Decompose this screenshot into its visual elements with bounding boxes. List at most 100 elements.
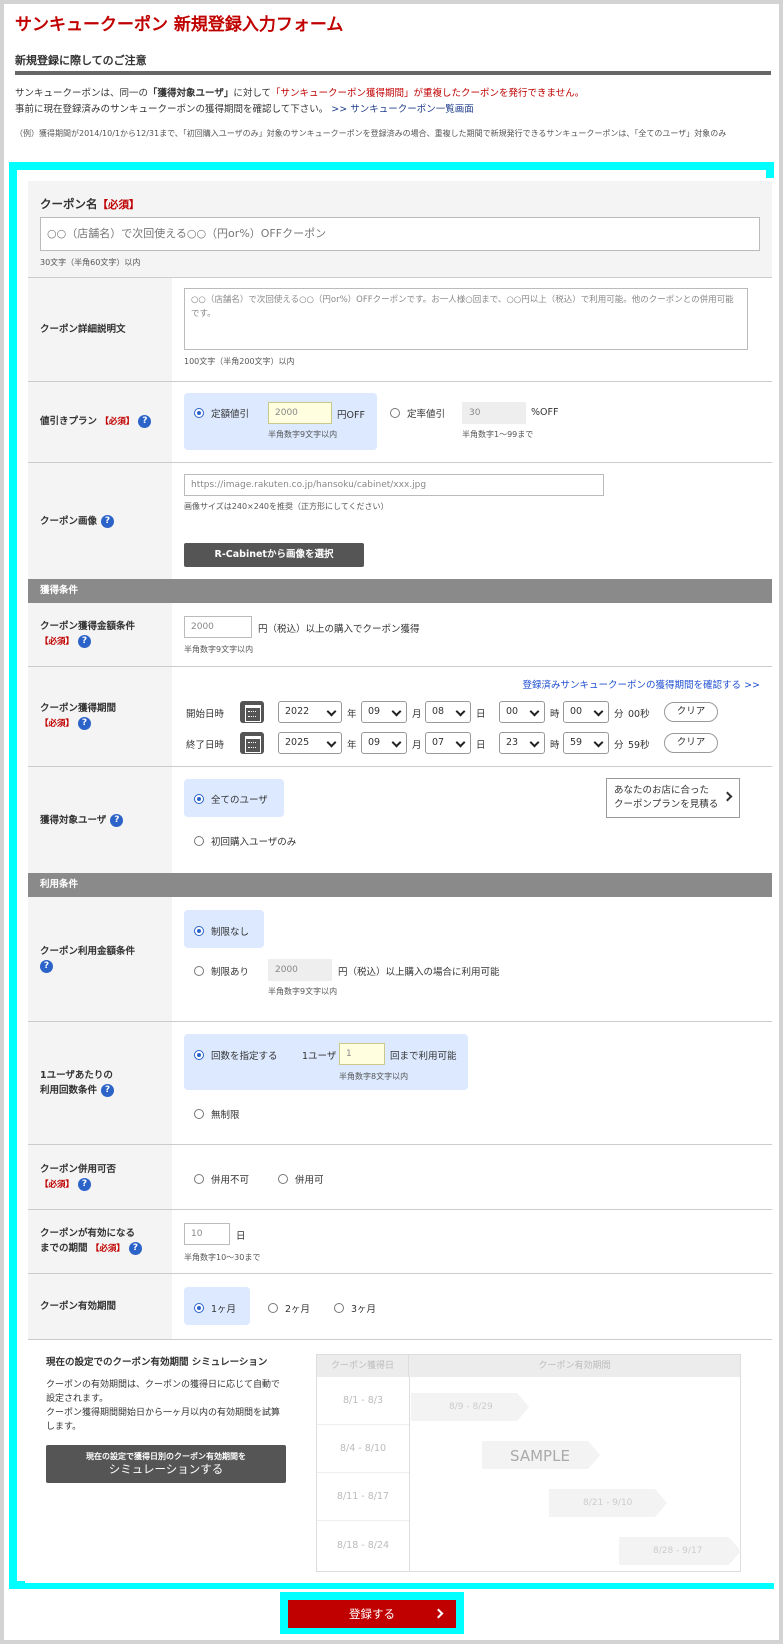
simulate-button[interactable]: 現在の設定で獲得日別のクーポン有効期間を シミュレーションする [46, 1445, 286, 1483]
usage-conditions-bar: 利用条件 [28, 873, 772, 897]
table-row-acquire: 8/1 - 8/3 [317, 1377, 409, 1425]
notice-example: （例）獲得期間が2014/10/1から12/31まで、「初回購入ユーザのみ」対象… [15, 129, 727, 138]
detail-textarea[interactable]: ○○（店舗名）で次回使える○○（円or%）OFFクーポンです。お一人様○回まで、… [184, 288, 748, 350]
end-month-select[interactable]: 09 [361, 732, 407, 754]
estimate-plan-button[interactable]: あなたのお店に合った クーポンプランを見積る [606, 778, 740, 818]
notice-text-part: 事前に現在登録済みのサンキュークーポンの獲得期間を確認して下さい。 [15, 104, 329, 115]
description-text: クーポン獲得期間開始日から一ヶ月以内の有効期間を試算します。 [46, 1408, 281, 1432]
label-text: 1ユーザあたりの [40, 1070, 113, 1081]
discount-section: 値引きプラン 【必須】? 定額値引 2000 円OFF 半角数字9文字以内 定率… [28, 382, 772, 463]
coupon-name-input[interactable]: ○○（店舗名）で次回使える○○（円or%）OFFクーポン [40, 217, 760, 251]
start-days-input[interactable]: 10 [184, 1223, 230, 1245]
end-year-select[interactable]: 2025 [278, 732, 342, 754]
use-count-suffix: 回まで利用可能 [390, 1051, 457, 1062]
end-minute-select[interactable]: 59 [563, 732, 609, 754]
start-clear-button[interactable]: クリア [664, 702, 718, 722]
unit-hour: 時 [550, 709, 560, 720]
help-icon[interactable]: ? [128, 1242, 142, 1255]
unit-minute: 分 [614, 709, 624, 720]
notice-heading: 新規登録に際してのご注意 [15, 54, 147, 67]
rate-discount-input[interactable]: 30 [462, 402, 526, 424]
rate-discount-radio[interactable]: 定率値引 [390, 406, 445, 420]
valid-period-section: クーポン有効期間 1ヶ月 2ヶ月 3ヶ月 [28, 1274, 772, 1340]
notice-text: サンキュークーポンは、同一の「獲得対象ユーザ」に対して「サンキュークーポン獲得期… [15, 86, 584, 118]
required-mark: 【必須】 [97, 199, 140, 211]
combine-value: 併用不可 併用可 [172, 1145, 772, 1209]
radio-label: 無制限 [211, 1110, 240, 1121]
acquire-amount-label: クーポン獲得金額条件 【必須】? [28, 603, 172, 666]
unit-day: 日 [476, 709, 486, 720]
required-mark: 【必須】 [90, 1244, 125, 1254]
start-year-select[interactable]: 2022 [278, 701, 342, 723]
unlimited-radio[interactable]: 無制限 [194, 1107, 240, 1121]
rcabinet-select-button[interactable]: R-Cabinetから画像を選択 [184, 543, 364, 567]
combine-yes-radio[interactable]: 併用可 [278, 1172, 324, 1186]
start-month-select[interactable]: 09 [361, 701, 407, 723]
help-icon[interactable]: ? [101, 514, 115, 528]
required-mark: 【必須】 [40, 637, 75, 647]
no-limit-radio[interactable]: 制限なし [194, 924, 249, 938]
acquire-amount-input[interactable]: 2000 [184, 616, 252, 638]
help-icon[interactable]: ? [78, 717, 92, 730]
radio-selected-icon [194, 794, 204, 804]
radio-label: 併用不可 [211, 1175, 250, 1186]
valid-period-value: 1ヶ月 2ヶ月 3ヶ月 [172, 1274, 772, 1339]
notice-text-part: に対して [233, 88, 272, 99]
help-icon[interactable]: ? [110, 813, 124, 827]
notice-text-red: 「サンキュークーポン獲得期間」が重複したクーポンを発行できません。 [271, 88, 585, 99]
image-url-input[interactable]: https://image.rakuten.co.jp/hansoku/cabi… [184, 474, 604, 496]
discount-value: 定額値引 2000 円OFF 半角数字9文字以内 定率値引 30 %OFF 半角… [172, 382, 772, 462]
count-radio[interactable]: 回数を指定する [194, 1048, 278, 1062]
simulation-table: クーポン獲得日 クーポン有効期間 8/1 - 8/3 8/4 - 8/10 8/… [316, 1354, 741, 1572]
radio-label: 定額値引 [211, 409, 250, 420]
label-text: クーポン獲得金額条件 [40, 621, 136, 632]
radio-selected-icon [194, 408, 204, 418]
acquire-period-value: 登録済みサンキュークーポンの獲得期間を確認する >> 開始日時 2022 年 0… [172, 667, 772, 766]
end-hour-select[interactable]: 23 [499, 732, 545, 754]
table-row-acquire: 8/11 - 8/17 [317, 1473, 409, 1521]
radio-icon [268, 1303, 278, 1313]
valid-2month-radio[interactable]: 2ヶ月 [268, 1301, 310, 1315]
registration-form: クーポン名【必須】 ○○（店舗名）で次回使える○○（円or%）OFFクーポン 3… [25, 178, 775, 1583]
button-label: 登録する [349, 1607, 395, 1621]
coupon-list-link[interactable]: >> サンキュークーポン一覧画面 [331, 104, 473, 115]
unit-minute: 分 [614, 740, 624, 751]
fixed-discount-radio[interactable]: 定額値引 [194, 406, 249, 420]
radio-label: 初回購入ユーザのみ [211, 837, 297, 848]
use-amount-input[interactable]: 2000 [268, 959, 332, 981]
end-day-select[interactable]: 07 [425, 732, 471, 754]
fixed-discount-input[interactable]: 2000 [268, 402, 332, 424]
radio-icon [390, 408, 400, 418]
help-icon[interactable]: ? [40, 960, 53, 973]
use-amount-suffix: 円（税込）以上購入の場合に利用可能 [338, 967, 500, 978]
use-count-input[interactable]: 1 [339, 1043, 385, 1065]
radio-selected-icon [194, 1050, 204, 1060]
valid-period-arrow: 8/9 - 8/29 [411, 1393, 529, 1421]
start-days-section: クーポンが有効になる までの期間 【必須】? 10 日 半角数字10～30まで [28, 1210, 772, 1274]
start-hour-select[interactable]: 00 [499, 701, 545, 723]
target-all-radio[interactable]: 全てのユーザ [194, 792, 268, 806]
label-text: クーポン名 [40, 197, 98, 211]
limit-radio[interactable]: 制限あり [194, 964, 249, 978]
valid-1month-radio[interactable]: 1ヶ月 [194, 1301, 236, 1315]
help-icon[interactable]: ? [78, 1177, 92, 1191]
combine-no-radio[interactable]: 併用不可 [194, 1172, 249, 1186]
fixed-discount-unit: 円OFF [337, 410, 365, 421]
label-text: クーポン詳細説明文 [40, 324, 126, 335]
calendar-icon[interactable] [240, 701, 264, 723]
divider [15, 71, 771, 75]
valid-3month-radio[interactable]: 3ヶ月 [334, 1301, 376, 1315]
submit-highlight-frame: 登録する [280, 1592, 464, 1634]
label-text: クーポン利用金額条件 [40, 946, 136, 957]
end-clear-button[interactable]: クリア [664, 733, 718, 753]
calendar-icon[interactable] [240, 732, 264, 754]
help-icon[interactable]: ? [101, 1084, 115, 1097]
target-user-section: 獲得対象ユーザ? 全てのユーザ 初回購入ユーザのみ あなたのお店に合った クーポ… [28, 767, 772, 873]
start-minute-select[interactable]: 00 [563, 701, 609, 723]
help-icon[interactable]: ? [138, 415, 152, 428]
submit-button[interactable]: 登録する [288, 1600, 456, 1628]
help-icon[interactable]: ? [78, 635, 92, 648]
target-first-radio[interactable]: 初回購入ユーザのみ [194, 834, 296, 848]
check-registered-period-link[interactable]: 登録済みサンキュークーポンの獲得期間を確認する >> [523, 677, 760, 691]
start-day-select[interactable]: 08 [425, 701, 471, 723]
